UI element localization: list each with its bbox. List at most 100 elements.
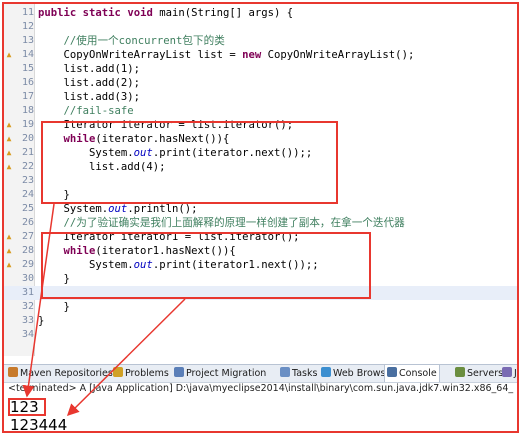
code-line[interactable]: ▲ 19 Iterator iterator = list.iterator(); [4,118,518,132]
code-text: CopyOnWriteArrayList list = new CopyOnWr… [38,49,415,61]
tab-maven-repositories[interactable]: Maven Repositories [8,365,113,382]
code-line[interactable]: ▲ 21 System.out.print(iterator.next());; [4,146,518,160]
code-text: //为了验证确实是我们上面解释的原理一样创建了副本，在拿一个迭代器 [63,217,405,229]
code-text: //使用一个concurrent包下的类 [63,35,225,47]
line-number: 29 [21,259,34,270]
line-number: 17 [21,91,34,102]
code-text: //fail-safe [63,105,134,117]
code-text: list.add(4); [38,161,166,173]
line-number: 13 [21,35,34,46]
code-editor[interactable]: 11 public static void main(String[] args)… [4,4,518,356]
code-line[interactable]: 12 [4,20,518,34]
code-text: Iterator iterator = list.iterator(); [38,119,294,131]
globe-icon [321,367,331,377]
code-line[interactable]: 26 //为了验证确实是我们上面解释的原理一样创建了副本，在拿一个迭代器 [4,216,518,230]
console-status-line: <terminated> A [Java Application] D:\jav… [8,383,514,394]
code-line[interactable]: 33} [4,314,518,328]
warning-marker-icon[interactable]: ▲ [5,134,13,144]
code-line[interactable]: 15 list.add(1); [4,62,518,76]
line-number: 24 [21,189,34,200]
code-text: System.out.print(iterator.next());; [38,147,313,159]
tab-label: Servers [467,368,504,379]
tab-ju[interactable]: Ju [502,365,518,382]
tasks-icon [280,367,290,377]
code-line[interactable]: 30 } [4,272,518,286]
code-line[interactable]: ▲ 14 CopyOnWriteArrayList list = new Copy… [4,48,518,62]
code-text: list.add(3); [38,91,141,103]
bottom-view-tabs: Maven Repositories Problems Project Migrat… [4,364,518,383]
tab-tasks[interactable]: Tasks [280,365,317,382]
code-text: System.out.println(); [38,203,198,215]
code-text: } [38,301,70,313]
code-text: list.add(2); [38,77,141,89]
code-line[interactable]: 17 list.add(3); [4,90,518,104]
warning-marker-icon[interactable]: ▲ [5,162,13,172]
code-text: } [38,189,70,201]
code-line[interactable]: ▲ 28 while(iterator1.hasNext()){ [4,244,518,258]
tab-label: Console [399,368,437,379]
tab-label: Ju [514,368,518,379]
code-text: while(iterator.hasNext()){ [63,133,230,145]
code-text: Iterator iterator1 = list.iterator(); [38,231,300,243]
code-line[interactable]: 31 [4,286,518,300]
line-number: 31 [21,287,34,298]
code-line[interactable]: 18 //fail-safe [4,104,518,118]
warning-marker-icon[interactable]: ▲ [5,232,13,242]
code-line[interactable]: 23 [4,174,518,188]
console-output-line2: 123444 [10,416,68,434]
code-line[interactable]: ▲ 22 list.add(4); [4,160,518,174]
warning-marker-icon[interactable]: ▲ [5,120,13,130]
console-output-line1: 123 [10,398,39,416]
line-number: 19 [21,119,34,130]
line-number: 30 [21,273,34,284]
line-number: 15 [21,63,34,74]
code-text: } [38,315,45,327]
tab-console[interactable]: Console [384,365,440,382]
code-line[interactable]: ▲ 20 while(iterator.hasNext()){ [4,132,518,146]
code-text: public static void main(String[] args) { [38,7,294,19]
line-number: 23 [21,175,34,186]
line-number: 28 [21,245,34,256]
migration-icon [174,367,184,377]
line-number: 16 [21,77,34,88]
line-number: 26 [21,217,34,228]
junit-icon [502,367,512,377]
tab-servers[interactable]: Servers [455,365,503,382]
tab-project-migration[interactable]: Project Migration [174,365,266,382]
tab-problems[interactable]: Problems [113,365,169,382]
line-number: 11 [21,7,34,18]
code-line[interactable]: ▲ 27 Iterator iterator1 = list.iterator()… [4,230,518,244]
warning-marker-icon[interactable]: ▲ [5,148,13,158]
code-line[interactable]: 25 System.out.println(); [4,202,518,216]
warning-marker-icon[interactable]: ▲ [5,246,13,256]
code-text: while(iterator1.hasNext()){ [63,245,236,257]
line-number: 34 [21,329,34,340]
code-line[interactable]: 32 } [4,300,518,314]
code-line[interactable]: 13 //使用一个concurrent包下的类 [4,34,518,48]
maven-icon [8,367,18,377]
tab-label: Tasks [292,368,318,379]
problems-icon [113,367,123,377]
code-line[interactable]: 11 public static void main(String[] args)… [4,6,518,20]
line-number: 20 [21,133,34,144]
line-number: 33 [21,315,34,326]
line-number: 12 [21,21,34,32]
code-text: } [38,273,70,285]
tab-label: Project Migration [186,368,267,379]
servers-icon [455,367,465,377]
code-line[interactable]: 24 } [4,188,518,202]
warning-marker-icon[interactable]: ▲ [5,50,13,60]
warning-marker-icon[interactable]: ▲ [5,260,13,270]
console-icon [387,367,397,377]
line-number: 14 [21,49,34,60]
code-line[interactable]: 16 list.add(2); [4,76,518,90]
code-line[interactable]: ▲ 29 System.out.print(iterator1.next());; [4,258,518,272]
line-number: 21 [21,147,34,158]
code-text: System.out.print(iterator1.next());; [38,259,319,271]
line-number: 25 [21,203,34,214]
line-number: 18 [21,105,34,116]
code-line[interactable]: 34 [4,328,518,342]
tab-label: Maven Repositories [20,368,113,379]
code-text: list.add(1); [38,63,141,75]
line-number: 32 [21,301,34,312]
